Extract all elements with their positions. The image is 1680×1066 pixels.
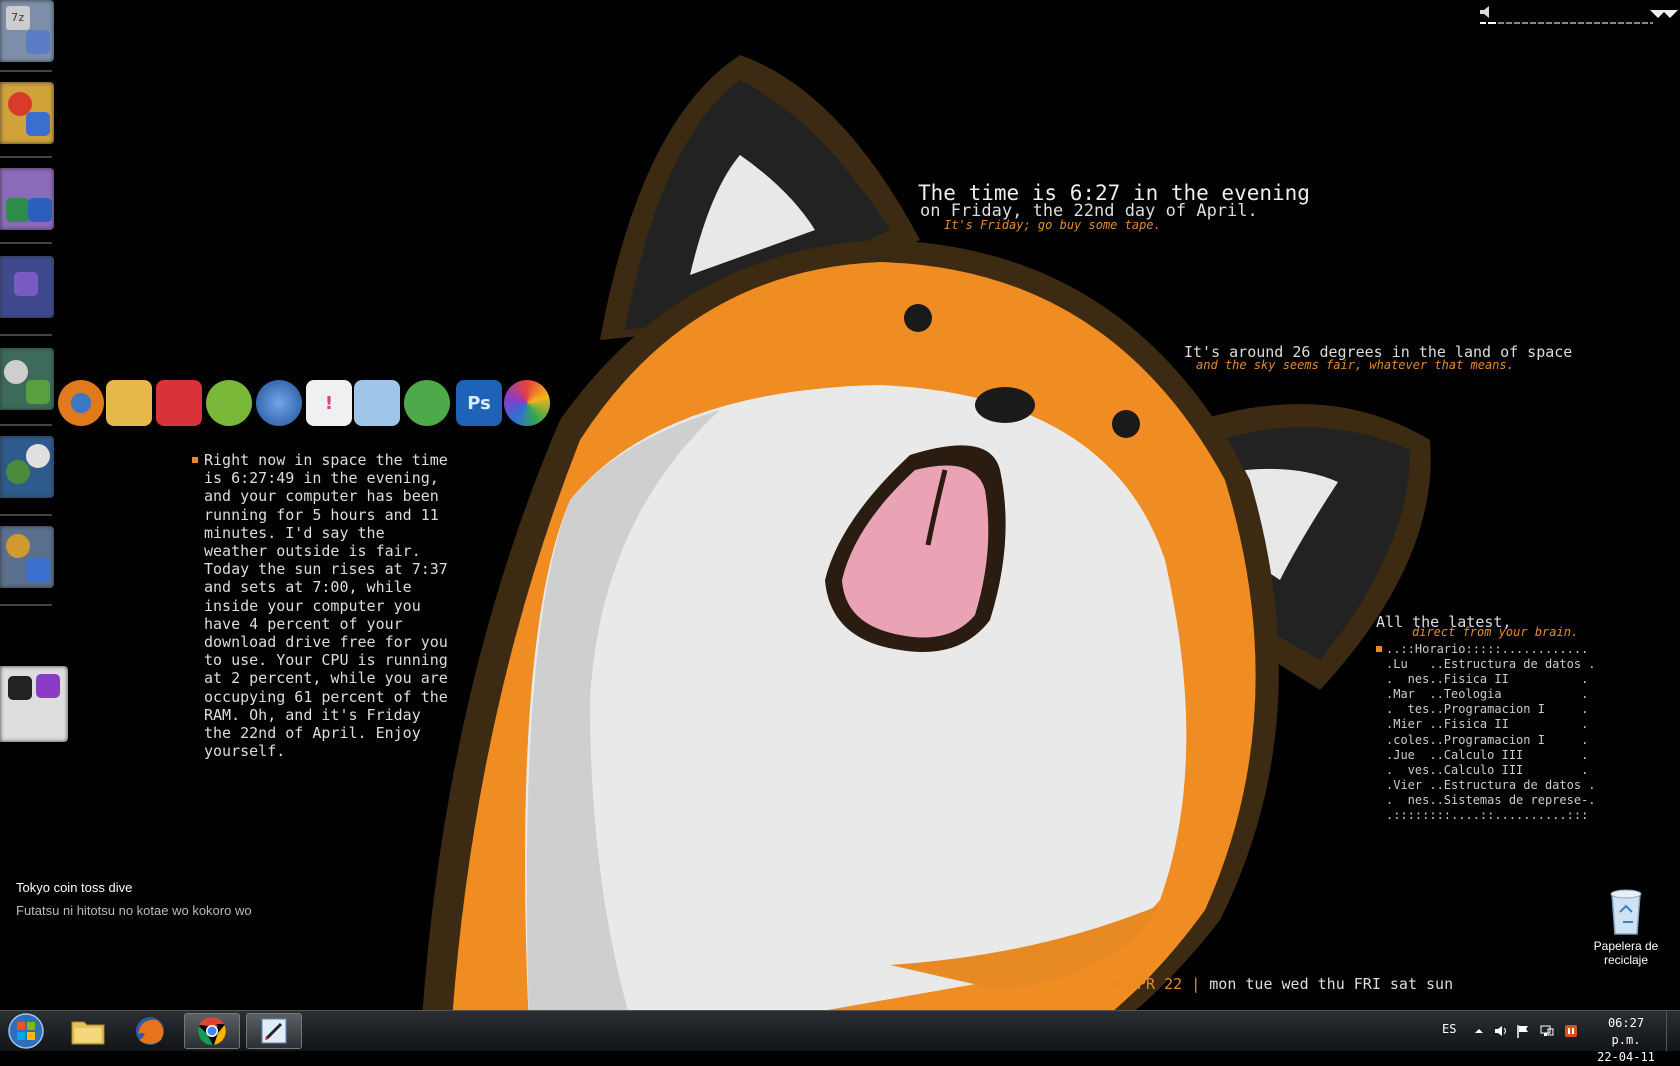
latest-bullet: [1376, 646, 1382, 652]
dock-tile-internet[interactable]: [0, 436, 54, 498]
pen-icon[interactable]: [206, 380, 252, 426]
purple-app-icon: [36, 674, 60, 698]
network-icon[interactable]: [1540, 1024, 1554, 1038]
schedule-line: . tes..Programacion I .: [1386, 702, 1589, 717]
schedule-line: .Mar ..Teologia .: [1386, 687, 1589, 702]
volume-icon[interactable]: [1494, 1024, 1508, 1038]
schedule-line: .::::::::....::..........:::: [1386, 808, 1589, 823]
now-playing: Tokyo coin toss dive Futatsu ni hitotsu …: [16, 880, 252, 918]
schedule-line: . ves..Calculo III .: [1386, 762, 1589, 777]
left-dock: 7z: [0, 0, 68, 760]
dock-tile-media[interactable]: [0, 348, 54, 410]
tray-date: 22-04-11: [1597, 1050, 1655, 1064]
volume-meter[interactable]: [1478, 4, 1678, 26]
start-button[interactable]: [4, 1011, 48, 1051]
folder-tool-icon[interactable]: [106, 380, 152, 426]
search-tool-icon[interactable]: [404, 380, 450, 426]
schedule-line: . nes..Sistemas de represe-.: [1386, 792, 1596, 807]
show-desktop-button[interactable]: [1666, 1011, 1680, 1051]
schedule-line: . nes..Fisica II .: [1386, 672, 1589, 687]
picasa-icon[interactable]: [504, 380, 550, 426]
misc-app-icon: [8, 676, 32, 700]
photoshop-icon[interactable]: Ps: [456, 380, 502, 426]
media-icon: [4, 360, 28, 384]
globe-icon: [6, 460, 30, 484]
recycle-bin[interactable]: Papelera de reciclaje: [1584, 888, 1668, 967]
folder-icon: [71, 1021, 105, 1045]
schedule-line: .Lu ..Estructura de datos .: [1386, 657, 1596, 672]
calendar-bullet: [1114, 982, 1120, 988]
player-icon: [26, 380, 50, 404]
language-indicator[interactable]: ES: [1442, 1022, 1456, 1036]
taskbar-explorer[interactable]: [60, 1013, 116, 1049]
messenger-icon[interactable]: [256, 380, 302, 426]
weather-line2: and the sky seems fair, whatever that me…: [1196, 358, 1514, 372]
camera-icon[interactable]: [156, 380, 202, 426]
utility-icon: [26, 30, 50, 54]
blender-icon[interactable]: [58, 380, 104, 426]
recycle-bin-label-line2: reciclaje: [1603, 953, 1648, 967]
song-title: Tokyo coin toss dive: [16, 880, 133, 895]
calendar-separator: |: [1182, 975, 1210, 993]
paint-icon[interactable]: [354, 380, 400, 426]
schedule-line: ..::Horario:::::............: [1386, 642, 1589, 656]
taskbar-chrome[interactable]: [184, 1013, 240, 1049]
taskbar-firefox[interactable]: [122, 1013, 178, 1049]
system-paragraph: Right now in space the time is 6:27:49 i…: [204, 451, 448, 761]
recycle-bin-icon: [1610, 889, 1642, 935]
app-icon: [26, 558, 50, 582]
latest-subtitle: direct from your brain.: [1412, 625, 1579, 639]
dock-tile-office[interactable]: [0, 168, 54, 230]
schedule-line: .Mier ..Fisica II .: [1386, 717, 1589, 732]
recycle-bin-label-line1: Papelera de: [1593, 939, 1659, 953]
app-tray-icon[interactable]: [1564, 1024, 1578, 1038]
song-lyric: Futatsu ni hitotsu no kotae wo kokoro wo: [16, 903, 252, 918]
excel-icon: [6, 198, 30, 222]
triangle-app-icon: [6, 534, 30, 558]
dock-tile-misc[interactable]: [0, 666, 68, 742]
dock-tile-apps[interactable]: [0, 526, 54, 588]
paragraph-bullet: [192, 457, 198, 463]
calendar-strip: APR 22 | mon tue wed thu FRI sat sun: [1128, 975, 1453, 993]
paint-icon: [261, 1018, 287, 1044]
show-hidden-icons-icon[interactable]: [1472, 1024, 1486, 1038]
taskbar: ES 06:27 p.m. 22-04-11: [0, 1010, 1680, 1064]
tray-clock[interactable]: 06:27 p.m. 22-04-11: [1594, 1015, 1658, 1066]
clock-quote: It's Friday; go buy some tape.: [944, 218, 1161, 232]
dock-tile-dev[interactable]: [0, 256, 54, 318]
chat-icon: [26, 444, 50, 468]
word-icon: [28, 198, 52, 222]
schedule-list: ..::Horario:::::............ .Lu ..Estru…: [1386, 642, 1596, 823]
chrome-icon: [198, 1016, 226, 1046]
action-center-flag-icon[interactable]: [1516, 1024, 1530, 1038]
calendar-days: mon tue wed thu FRI sat sun: [1209, 975, 1454, 993]
taskbar-paint[interactable]: [246, 1013, 302, 1049]
schedule-line: .Vier ..Estructura de datos .: [1386, 777, 1596, 792]
tray-time: 06:27 p.m.: [1607, 1016, 1645, 1047]
schedule-line: .coles..Programacion I .: [1386, 732, 1589, 747]
calendar-date: APR 22: [1128, 975, 1183, 993]
speaker-icon: [1480, 6, 1489, 18]
schedule-line: .Jue ..Calculo III .: [1386, 747, 1589, 762]
archive-icon: 7z: [6, 6, 30, 30]
firefox-icon: [136, 1017, 164, 1045]
character-icon: [26, 112, 50, 136]
dock-tile-games[interactable]: [0, 82, 54, 144]
notes-icon[interactable]: !: [306, 380, 352, 426]
dock-tile-tools[interactable]: 7z: [0, 0, 54, 62]
visual-studio-icon: [14, 272, 38, 296]
